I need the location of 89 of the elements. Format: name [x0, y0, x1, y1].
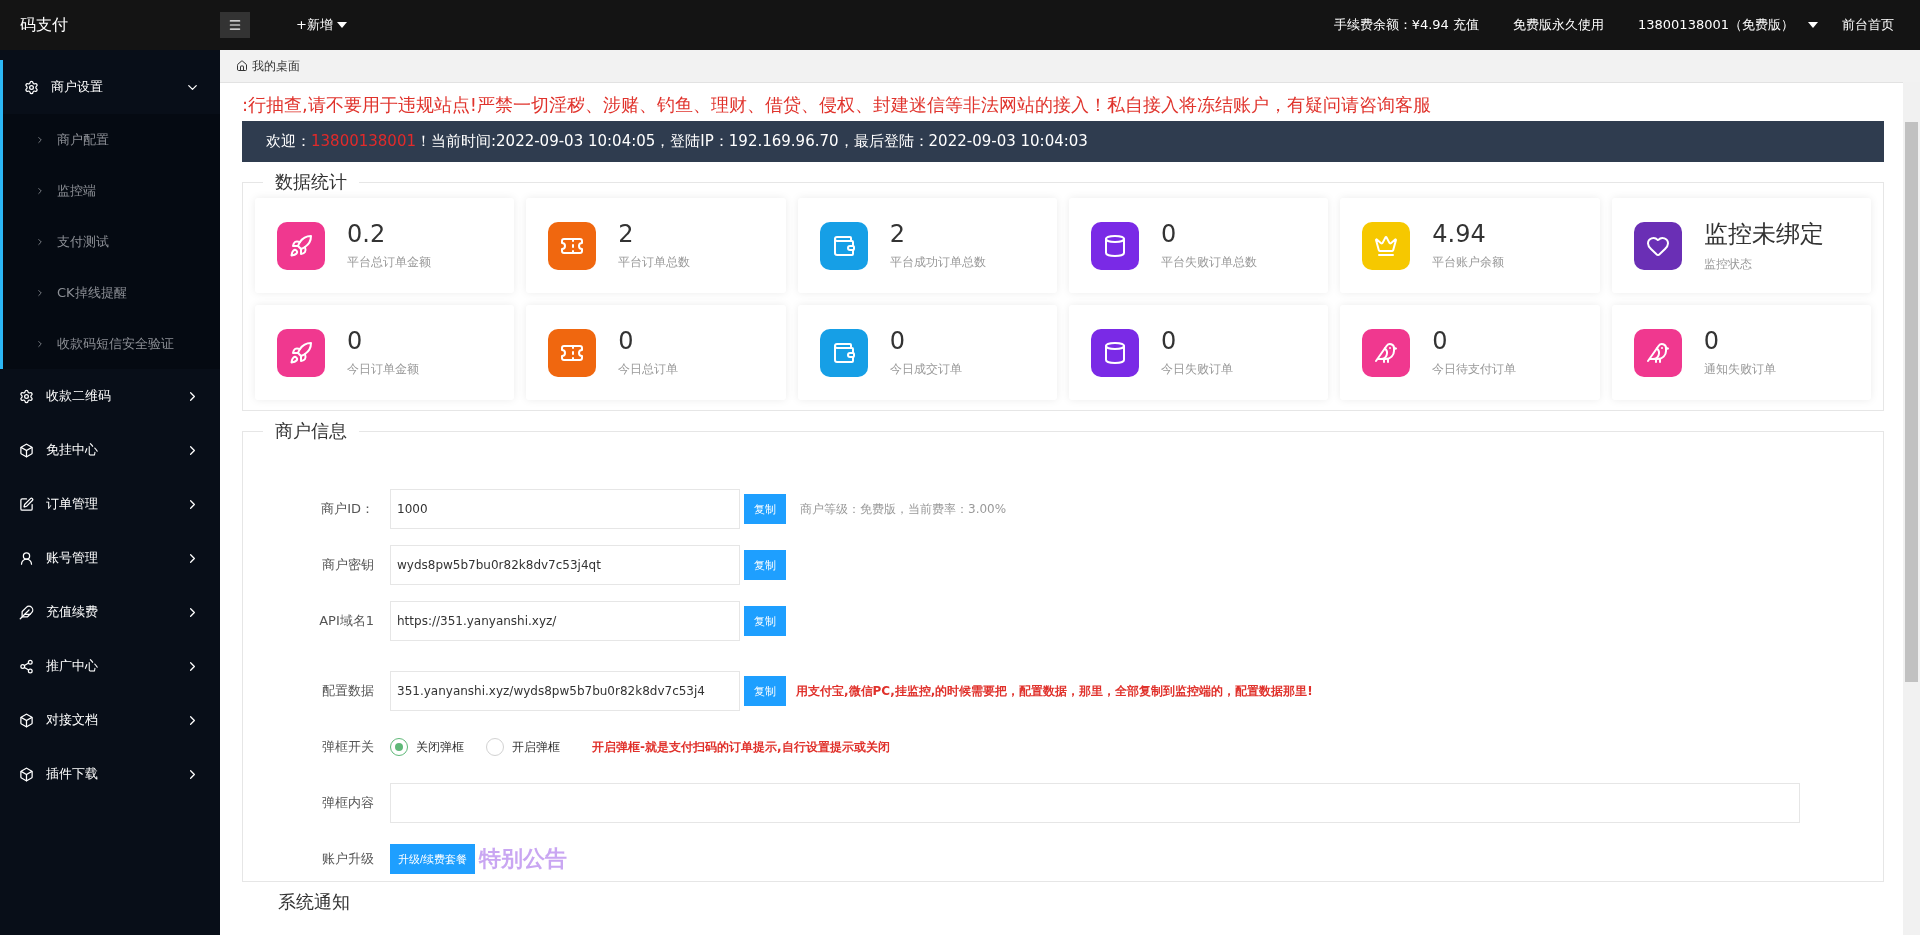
cube-icon: [19, 442, 34, 458]
cube-icon: [19, 712, 34, 728]
chevron-icon: [35, 185, 45, 196]
breadcrumb-label: 我的桌面: [252, 57, 300, 75]
home-link[interactable]: 前台首页: [1842, 16, 1894, 34]
sidebar-item[interactable]: 充值续费: [0, 585, 220, 639]
stat-label: 平台成功订单总数: [889, 254, 986, 271]
section-title: 系统通知: [278, 890, 351, 914]
stat-value: 0: [1161, 220, 1178, 248]
brand-title: 码支付: [19, 14, 69, 36]
field-note: 商户等级：免费版，当前费率：3.00%: [800, 500, 1007, 518]
chevron-icon: [35, 287, 45, 298]
sidebar-subitem[interactable]: 支付测试: [57, 232, 109, 251]
field-label: 弹框内容: [321, 794, 375, 812]
edit-icon: [19, 496, 34, 512]
radio-option[interactable]: 关闭弹框: [390, 738, 464, 756]
stat-label: 平台失败订单总数: [1161, 254, 1257, 271]
field-label: 配置数据: [321, 682, 375, 700]
stat-label: 今日成交订单: [889, 361, 962, 378]
sidebar-item[interactable]: 对接文档: [0, 693, 220, 747]
user-menu[interactable]: 13800138001（免费版）: [1638, 16, 1818, 34]
fee-balance[interactable]: 手续费余额：¥4.94 充值: [1333, 16, 1479, 34]
stat-label: 今日待支付订单: [1432, 361, 1517, 378]
text-field[interactable]: 351.yanyanshi.xyz/wyds8pw5b7bu0r82k8dv7c53j4: [390, 671, 740, 711]
stat-value: 0: [618, 327, 635, 355]
warning-text: 用支付宝,微信PC,挂监控,的时候需要把，配置数据，那里，全部复制到监控端的，配置数据那里!: [796, 682, 1313, 700]
text-field[interactable]: https://351.yanyanshi.xyz/: [390, 601, 740, 641]
sidebar-item[interactable]: 收款二维码: [0, 369, 220, 423]
field-label: 弹框开关: [321, 738, 375, 756]
stat-label: 通知失败订单: [1703, 361, 1776, 378]
stat-value: 4.94: [1432, 220, 1487, 248]
text-field[interactable]: [390, 783, 1800, 823]
stat-label: 平台总订单金额: [347, 254, 431, 271]
field-label: 商户ID：: [320, 500, 375, 518]
stat-value: 0: [1432, 327, 1449, 355]
notice-text: :行抽查,请不要用于违规站点!严禁一切淫秽、涉赌、钓鱼、理财、借贷、侵权、封建迷信等非法网站的接入！私自接入将冻结账户，有疑问请咨询客服: [242, 93, 1432, 117]
text-field[interactable]: 1000: [390, 489, 740, 529]
stat-value: 0: [1161, 327, 1178, 355]
stat-value: 2: [889, 220, 906, 248]
new-menu[interactable]: +新增: [296, 16, 347, 34]
warning-text: 开启弹框-就是支付扫码的订单提示,自行设置提示或关闭: [592, 738, 890, 756]
section-title: 数据统计: [274, 170, 348, 194]
gear-icon: [19, 388, 34, 404]
section-title: 商户信息: [274, 419, 348, 443]
menu-icon: [228, 18, 242, 32]
sidebar-subitem[interactable]: 商户配置: [57, 130, 109, 149]
cube-icon: [19, 766, 34, 782]
stat-value: 0: [1703, 327, 1720, 355]
radio-option[interactable]: 开启弹框: [486, 738, 560, 756]
radio-label: 开启弹框: [512, 738, 560, 756]
text-field[interactable]: wyds8pw5b7bu0r82k8dv7c53j4qt: [390, 545, 740, 585]
field-label: 账户升级: [321, 850, 375, 868]
scrollbar[interactable]: [1903, 82, 1920, 935]
stat-label: 今日订单金额: [347, 361, 419, 378]
stat-value: 监控未绑定: [1703, 219, 1824, 250]
sidebar-item[interactable]: 免挂中心: [0, 423, 220, 477]
sidebar-item[interactable]: 订单管理: [0, 477, 220, 531]
caret-icon: [1808, 22, 1818, 28]
chevron-icon: [35, 236, 45, 247]
stat-label: 平台订单总数: [618, 254, 691, 271]
share-icon: [19, 658, 34, 674]
stat-label: 今日失败订单: [1161, 361, 1233, 378]
chevron-icon: [35, 134, 45, 145]
menu-button[interactable]: [220, 12, 250, 38]
stat-value: 0: [889, 327, 906, 355]
gear-icon: [24, 79, 39, 95]
sidebar-subitem[interactable]: CK掉线提醒: [57, 283, 127, 302]
stat-value: 2: [618, 220, 635, 248]
sidebar-subitem[interactable]: 收款码短信安全验证: [57, 334, 174, 353]
plan-link[interactable]: 免费版永久使用: [1513, 16, 1604, 34]
radio-label: 关闭弹框: [416, 738, 464, 756]
field-label: 商户密钥: [321, 556, 375, 574]
sidebar-item[interactable]: 账号管理: [0, 531, 220, 585]
field-label: API域名1: [318, 612, 375, 630]
sidebar-item[interactable]: 推广中心: [0, 639, 220, 693]
chevron-icon: [35, 338, 45, 349]
home-icon: [236, 60, 248, 72]
breadcrumb[interactable]: 我的桌面: [220, 50, 1920, 83]
stat-value: 0.2: [347, 220, 387, 248]
stat-label: 今日总订单: [618, 361, 679, 378]
feather-icon: [19, 604, 34, 620]
sidebar-subitem[interactable]: 监控端: [57, 181, 96, 200]
stat-label: 监控状态: [1703, 256, 1753, 273]
welcome-bar: 欢迎：13800138001！当前时间:2022-09-03 10:04:05，登陆IP：192.169.96.70，最后登陆：2022-09-03 10:04:03: [242, 121, 1884, 162]
user-icon: [19, 550, 34, 566]
stat-label: 平台账户余额: [1432, 254, 1505, 271]
stat-value: 0: [347, 327, 364, 355]
caret-icon: [336, 22, 347, 28]
sidebar-item[interactable]: 插件下载: [0, 747, 220, 801]
